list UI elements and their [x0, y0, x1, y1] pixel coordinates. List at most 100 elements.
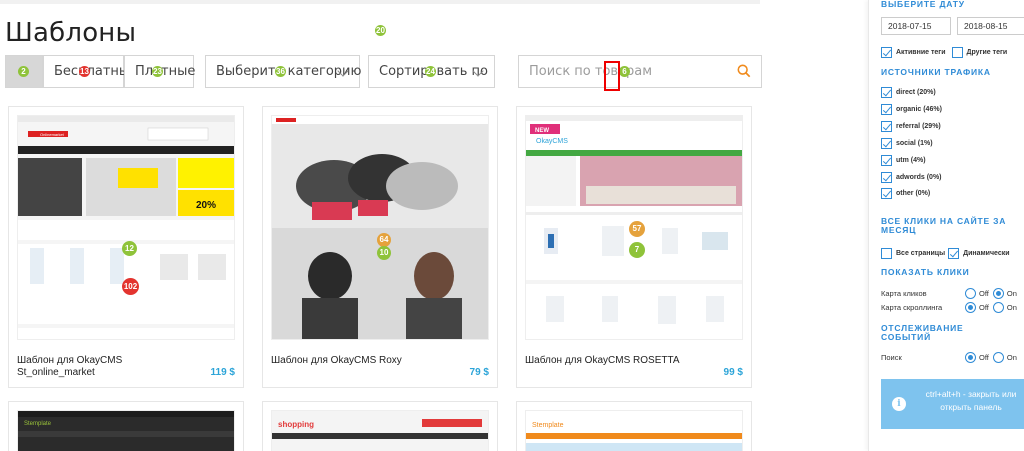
source-label: referral (29%) [896, 123, 941, 130]
heat-dot: 64 [377, 233, 391, 247]
top-divider [0, 0, 760, 4]
product-title[interactable]: Шаблон для OkayCMS Roxy [271, 355, 441, 367]
hint-box: i ctrl+alt+h - закрыть или открыть панел… [881, 379, 1024, 429]
radio-on-label: On [1006, 353, 1017, 362]
source-label: organic (46%) [896, 106, 942, 113]
source-item[interactable]: referral (29%) [881, 121, 941, 132]
source-item[interactable]: other (0%) [881, 188, 930, 199]
heat-dot: 24 [425, 66, 436, 77]
dynamic-checkbox[interactable] [948, 248, 960, 259]
product-price: 79 $ [469, 367, 489, 378]
source-item[interactable]: adwords (0%) [881, 172, 942, 183]
mini-logo: Stemplate [532, 422, 564, 429]
source-checkbox[interactable] [881, 172, 892, 183]
other-tags-label: Другие теги [966, 49, 1008, 56]
search-off-radio[interactable] [965, 352, 976, 363]
mini-sale: 20% [196, 200, 216, 211]
highlight-box [604, 61, 620, 91]
product-thumbnail[interactable]: shopping [271, 410, 489, 451]
product-title[interactable]: Шаблон для OkayCMS ROSETTA [525, 355, 695, 367]
mini-badge: NEW [535, 128, 549, 134]
all-pages-checkbox[interactable] [881, 248, 892, 259]
mini-logo: shopping [278, 420, 314, 429]
scroll-map-row: Карта скроллинга Off On [881, 302, 1021, 313]
product-card[interactable]: Onlinemarket 20% 12 102 Шаблон для OkayC… [8, 106, 244, 388]
date-to-input[interactable]: 2018-08-15 [957, 17, 1024, 35]
heat-dot: 102 [122, 278, 139, 295]
template-preview-image: Stemplate [18, 411, 234, 451]
radio-off-label: Off [979, 289, 989, 298]
heat-dot: 13 [79, 66, 90, 77]
clicks-heading: ВСЕ КЛИКИ НА САЙТЕ ЗА МЕСЯЦ [881, 216, 1007, 235]
hint-text: ctrl+alt+h - закрыть или открыть панель [925, 389, 1017, 412]
template-preview-image: Onlinemarket 20% [18, 116, 234, 339]
scroll-map-on-radio[interactable] [992, 302, 1004, 313]
click-map-label: Карта кликов [881, 289, 927, 298]
heat-dot: 23 [152, 66, 163, 77]
source-checkbox[interactable] [881, 104, 892, 115]
source-item[interactable]: direct (20%) [881, 87, 936, 98]
search-tracking-row: Поиск Off On [881, 352, 1021, 363]
search-on-radio[interactable] [992, 352, 1004, 363]
active-tags-checkbox[interactable] [881, 47, 892, 58]
product-price: 119 $ [210, 367, 235, 378]
heat-dot: 12 [122, 241, 137, 256]
source-checkbox[interactable] [881, 138, 892, 149]
source-item[interactable]: organic (46%) [881, 104, 942, 115]
mini-logo: Stemplate [24, 421, 52, 427]
product-card[interactable]: NEW OkayCMS 57 7 Шаблон для OkayCMS ROSE… [516, 106, 752, 388]
heatmap-panel: ВЫБЕРИТЕ ДАТУ 2018-07-15 2018-08-15 Акти… [868, 0, 1024, 451]
click-map-on-radio[interactable] [992, 288, 1004, 299]
product-card[interactable]: shopping [262, 401, 498, 451]
product-card[interactable]: 64 10 Шаблон для OkayCMS Roxy 79 $ [262, 106, 498, 388]
template-preview-image [272, 116, 488, 339]
heat-dot: 57 [629, 221, 645, 237]
dynamic-label: Динамически [963, 250, 1010, 257]
show-clicks-heading: ПОКАЗАТЬ КЛИКИ [881, 267, 970, 277]
traffic-heading: ИСТОЧНИКИ ТРАФИКА [881, 67, 991, 77]
template-preview-image: shopping [272, 411, 488, 451]
source-checkbox[interactable] [881, 87, 892, 98]
product-card[interactable]: Stemplate [516, 401, 752, 451]
all-pages-label: Все страницы [896, 250, 946, 257]
source-label: social (1%) [896, 140, 933, 147]
tracking-heading: ОТСЛЕЖИВАНИЕ СОБЫТИЙ [881, 323, 964, 342]
active-tags-label: Активние теги [896, 49, 946, 56]
product-thumbnail[interactable]: Onlinemarket 20% [17, 115, 235, 340]
source-item[interactable]: utm (4%) [881, 155, 926, 166]
source-checkbox[interactable] [881, 121, 892, 132]
radio-off-label: Off [979, 303, 989, 312]
search-icon[interactable] [737, 64, 751, 78]
product-title[interactable]: Шаблон для OkayCMS St_online_market [17, 355, 187, 379]
source-label: other (0%) [896, 190, 931, 197]
search-tracking-label: Поиск [881, 353, 902, 362]
product-thumbnail[interactable]: Stemplate [525, 410, 743, 451]
template-preview-image: Stemplate [526, 411, 742, 451]
other-tags-checkbox[interactable] [951, 47, 963, 58]
date-from-input[interactable]: 2018-07-15 [881, 17, 951, 35]
heat-dot: 2 [18, 66, 29, 77]
product-price: 99 $ [723, 367, 743, 378]
radio-on-label: On [1006, 303, 1017, 312]
radio-on-label: On [1006, 289, 1017, 298]
mini-logo: Onlinemarket [40, 132, 65, 137]
page-title: Шаблоны [5, 18, 137, 48]
radio-off-label: Off [979, 353, 989, 362]
source-checkbox[interactable] [881, 155, 892, 166]
source-item[interactable]: social (1%) [881, 138, 933, 149]
mini-logo: OkayCMS [536, 138, 568, 145]
product-thumbnail[interactable]: Stemplate [17, 410, 235, 451]
pages-row: Все страницы Динамически [881, 248, 1010, 259]
source-label: utm (4%) [896, 157, 926, 164]
tags-row: Активние теги Другие теги [881, 47, 1007, 58]
heat-dot: 7 [629, 242, 645, 258]
click-map-off-radio[interactable] [965, 288, 976, 299]
scroll-map-off-radio[interactable] [965, 302, 976, 313]
product-thumbnail[interactable] [271, 115, 489, 340]
source-checkbox[interactable] [881, 188, 892, 199]
source-label: adwords (0%) [896, 174, 942, 181]
heat-dot: 10 [377, 246, 391, 260]
product-card[interactable]: Stemplate [8, 401, 244, 451]
date-heading: ВЫБЕРИТЕ ДАТУ [881, 0, 965, 9]
click-map-row: Карта кликов Off On [881, 288, 1021, 299]
